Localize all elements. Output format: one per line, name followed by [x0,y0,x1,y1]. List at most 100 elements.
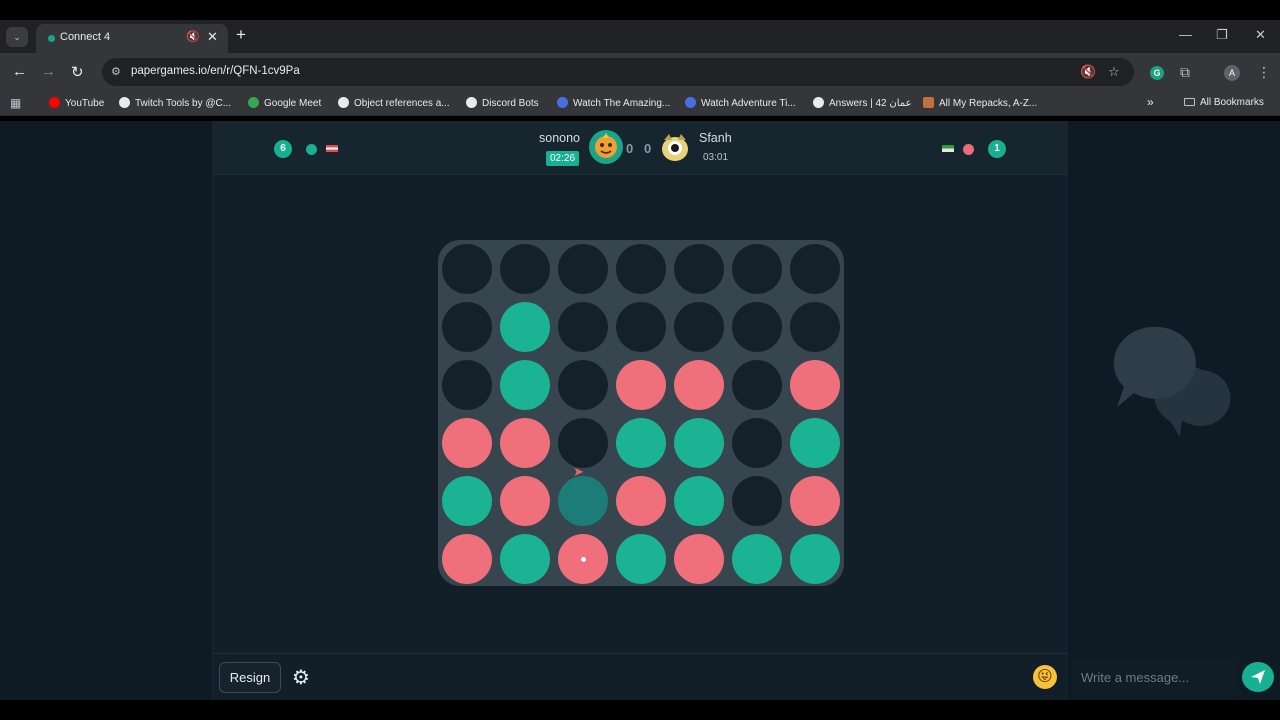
board-cell-empty[interactable] [732,476,782,526]
player1-flag-icon [326,145,338,152]
board-cell-red[interactable] [500,418,550,468]
board-cell-red[interactable] [500,476,550,526]
globe-icon [338,97,349,108]
board-cell-empty[interactable] [442,244,492,294]
board-cell-empty[interactable] [790,244,840,294]
mouse-cursor-icon: ➤ [573,464,584,479]
board-cell-teal[interactable] [674,476,724,526]
browser-menu-icon[interactable]: ⋮ [1257,64,1271,81]
board-cell-teal[interactable] [442,476,492,526]
board-cell-empty[interactable] [558,302,608,352]
connect4-board[interactable] [438,240,844,586]
bookmarks-overflow-chevron-icon[interactable]: » [1147,95,1154,109]
tab-title: Connect 4 [60,31,111,43]
bookmark-watch-adventure[interactable]: Watch Adventure Ti... [685,97,796,111]
grammarly-extension-icon[interactable]: G [1150,66,1164,80]
bookmarks-bar: ▦ YouTube Twitch Tools by @C... Google M… [0,91,1280,116]
player2-avatar [660,131,690,163]
google-meet-icon [248,97,259,108]
apps-grid-icon[interactable]: ▦ [10,96,21,110]
bookmark-answers[interactable]: Answers | عمان 42 [813,97,912,111]
board-cell-teal[interactable] [732,534,782,584]
back-button[interactable]: ← [12,63,27,80]
chat-message-input[interactable] [1072,660,1238,694]
board-cell-empty[interactable] [442,302,492,352]
player1-win-count-badge: 6 [274,140,292,158]
board-cell-red[interactable] [790,360,840,410]
board-cell-red[interactable] [442,534,492,584]
bookmark-twitch-tools[interactable]: Twitch Tools by @C... [119,97,231,111]
audio-muted-icon[interactable]: 🔇 [1080,64,1096,80]
board-cell-teal[interactable] [616,534,666,584]
board-cell-red[interactable] [558,534,608,584]
send-arrow-icon [1251,670,1265,684]
board-cell-red[interactable] [616,360,666,410]
board-cell-empty[interactable] [442,360,492,410]
bookmark-discord-bots[interactable]: Discord Bots [466,97,539,111]
repacks-icon [923,97,934,108]
browser-tab-strip: ⌄ Connect 4 🔇 ✕ + — ❐ ✕ [0,20,1280,53]
board-cell-empty[interactable] [732,302,782,352]
board-cell-teal[interactable] [500,534,550,584]
bookmark-watch-amazing[interactable]: Watch The Amazing... [557,97,670,111]
game-footer: Resign ⚙ 😜 [213,653,1068,700]
window-close-button[interactable]: ✕ [1255,27,1266,43]
tab-connect-4[interactable]: Connect 4 🔇 ✕ [36,24,228,53]
site-info-icon[interactable]: ⚙ [111,65,121,78]
window-minimize-button[interactable]: — [1179,27,1192,42]
board-cell-teal[interactable] [500,360,550,410]
board-cell-empty[interactable] [558,244,608,294]
window-restore-button[interactable]: ❐ [1216,27,1228,43]
board-cell-empty[interactable] [500,244,550,294]
board-cell-red[interactable] [616,476,666,526]
board-cell-empty[interactable] [732,418,782,468]
screen: ⌄ Connect 4 🔇 ✕ + — ❐ ✕ ← → ↻ ⚙ papergam… [0,0,1280,720]
forward-button[interactable]: → [41,63,56,80]
settings-gear-icon[interactable]: ⚙ [292,665,310,690]
board-cell-empty[interactable] [790,302,840,352]
game-header: 6 sonono 02:26 0 0 Sfanh 03:01 1 [213,121,1068,175]
player2-win-count-badge: 1 [988,140,1006,158]
new-tab-button[interactable]: + [236,25,246,45]
board-cell-teal[interactable] [790,534,840,584]
board-cell-teal[interactable] [616,418,666,468]
board-cell-empty[interactable] [616,244,666,294]
bookmark-all-my-repacks[interactable]: All My Repacks, A-Z... [923,97,1037,111]
all-bookmarks-folder[interactable]: All Bookmarks [1184,97,1264,108]
url-text[interactable]: papergames.io/en/r/QFN-1cv9Pa [131,65,300,77]
papergames-favicon-icon [48,35,55,42]
board-cell-teal[interactable] [500,302,550,352]
board-cell-red[interactable] [674,360,724,410]
board-cell-empty[interactable] [558,360,608,410]
youtube-icon [49,97,60,108]
bookmark-object-references[interactable]: Object references a... [338,97,450,111]
bookmark-star-icon[interactable]: ☆ [1108,64,1120,80]
board-cell-empty[interactable] [732,244,782,294]
extensions-puzzle-icon[interactable]: ⧉ [1180,64,1190,81]
board-cell-empty[interactable] [732,360,782,410]
board-cell-red[interactable] [674,534,724,584]
board-cell-red[interactable] [790,476,840,526]
tab-search-button[interactable]: ⌄ [6,27,28,47]
player2-flag-icon [942,145,954,152]
board-cell-teal[interactable] [674,418,724,468]
board-cell-empty[interactable] [616,302,666,352]
board-cell-hover[interactable] [558,476,608,526]
globe-icon [466,97,477,108]
profile-avatar[interactable]: A [1224,65,1240,81]
emoji-reaction-button[interactable]: 😜 [1033,665,1057,689]
tab-close-icon[interactable]: ✕ [207,29,218,45]
board-cell-empty[interactable] [558,418,608,468]
address-bar[interactable]: ⚙ papergames.io/en/r/QFN-1cv9Pa 🔇 ☆ [102,58,1134,86]
bookmark-youtube[interactable]: YouTube [49,97,104,111]
board-cell-red[interactable] [442,418,492,468]
player2-name: Sfanh [699,131,732,145]
board-cell-empty[interactable] [674,244,724,294]
board-cell-empty[interactable] [674,302,724,352]
board-cell-teal[interactable] [790,418,840,468]
tab-muted-icon[interactable]: 🔇 [186,30,200,43]
send-message-button[interactable] [1242,662,1274,692]
resign-button[interactable]: Resign [219,662,281,693]
reload-button[interactable]: ↻ [71,63,84,81]
bookmark-google-meet[interactable]: Google Meet [248,97,321,111]
